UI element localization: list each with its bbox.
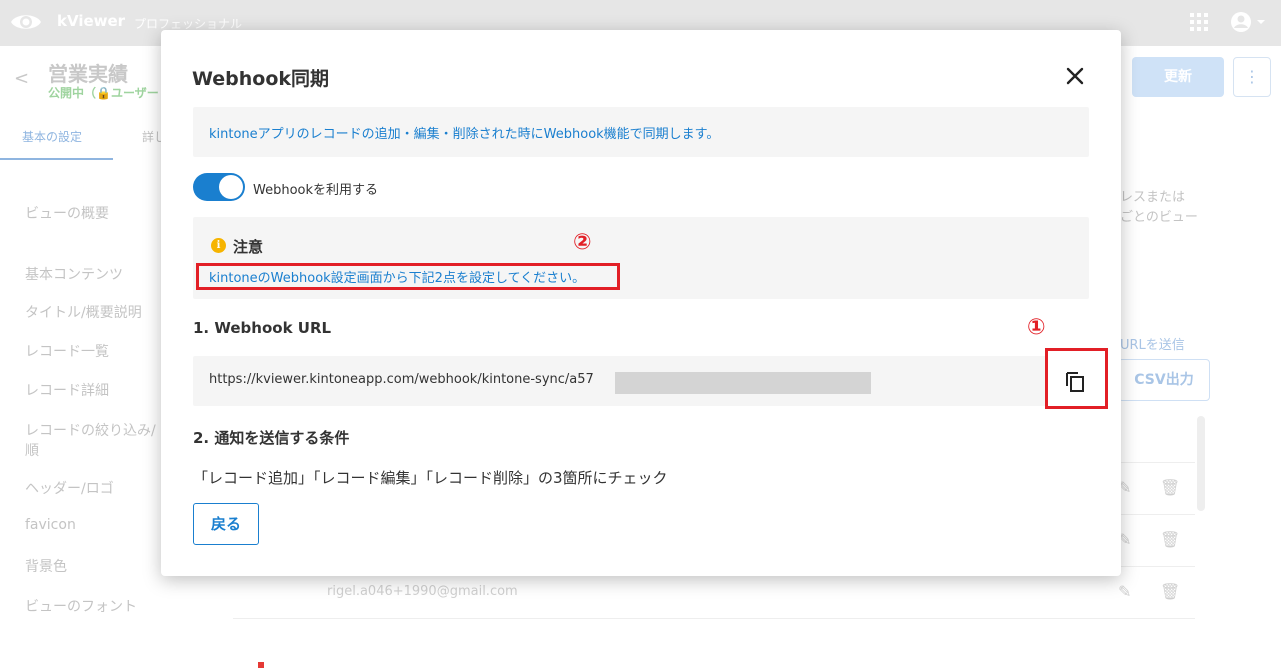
more-menu-button[interactable]: ⋮ <box>1233 57 1271 97</box>
warning-title: 注意 <box>233 238 264 256</box>
annotation-mark <box>258 662 264 668</box>
sidebar-item-title[interactable]: タイトル/概要説明 <box>25 302 142 322</box>
sidebar-item-overview[interactable]: ビューの概要 <box>25 203 109 223</box>
condition-text: 「レコード追加」「レコード編集」「レコード削除」の3箇所にチェック <box>193 469 668 487</box>
eye-icon[interactable] <box>10 11 42 33</box>
account-circle-icon[interactable] <box>1230 11 1266 33</box>
webhook-url[interactable]: https://kviewer.kintoneapp.com/webhook/k… <box>209 372 594 387</box>
info-box: kintoneアプリのレコードの追加・編集・削除された時にWebhook機能で同… <box>193 107 1089 157</box>
more-vert-icon: ⋮ <box>1244 67 1260 86</box>
sidebar-item-filter[interactable]: レコードの絞り込み/ <box>25 420 156 440</box>
sidebar-item-record-list[interactable]: レコード一覧 <box>25 341 109 361</box>
right-desc-line1: レスまたは <box>1120 190 1186 205</box>
view-title: 営業実績 <box>48 62 128 86</box>
send-url-link[interactable]: URLを送信 <box>1120 334 1185 353</box>
redacted-area <box>615 372 871 394</box>
update-button[interactable]: 更新 <box>1132 57 1224 97</box>
copy-icon <box>1066 372 1084 392</box>
toggle-knob <box>219 175 243 199</box>
tab-basic-settings[interactable]: 基本の設定 <box>22 128 82 145</box>
sidebar-item-header-logo[interactable]: ヘッダー/ロゴ <box>25 478 114 498</box>
view-status: 公開中（🔒ユーザー <box>48 86 159 100</box>
sidebar-item-bg-color[interactable]: 背景色 <box>25 556 67 576</box>
csv-export-label: CSV出力 <box>1134 372 1194 388</box>
delete-icon[interactable]: 🗑 <box>1160 582 1180 601</box>
delete-icon[interactable]: 🗑 <box>1160 530 1180 549</box>
right-desc-line2: ごとのビュー <box>1120 210 1198 225</box>
update-button-label: 更新 <box>1164 69 1192 85</box>
sidebar-item-basic-content[interactable]: 基本コンテンツ <box>25 264 123 284</box>
annotation-highlight-box <box>196 263 620 290</box>
sidebar-item-record-detail[interactable]: レコード詳細 <box>25 380 109 400</box>
webhook-url-box: https://kviewer.kintoneapp.com/webhook/k… <box>193 356 1089 406</box>
annotation-marker-1: ① <box>1027 315 1046 340</box>
sidebar-item-filter-cont: 順 <box>25 443 39 459</box>
grid-icon[interactable] <box>1190 13 1208 31</box>
tab-underline <box>0 158 113 160</box>
table-divider <box>233 618 1195 619</box>
info-text: kintoneアプリのレコードの追加・編集・削除された時にWebhook機能で同… <box>209 127 720 142</box>
close-icon[interactable] <box>1063 64 1087 88</box>
scrollbar[interactable] <box>1197 416 1205 511</box>
section-condition-title: 2. 通知を送信する条件 <box>193 429 350 447</box>
csv-export-button[interactable]: CSV出力 <box>1118 359 1210 401</box>
webhook-toggle-label: Webhookを利用する <box>253 183 379 198</box>
annotation-marker-2: ② <box>573 230 592 255</box>
warning-box: i 注意 kintoneのWebhook設定画面から下記2点を設定してください。 <box>193 217 1089 299</box>
table-cell-email: rigel.a046+1990@gmail.com <box>327 584 518 599</box>
dialog-title: Webhook同期 <box>192 68 330 90</box>
sidebar-item-font[interactable]: ビューのフォント <box>25 596 137 616</box>
webhook-sync-dialog: Webhook同期 kintoneアプリのレコードの追加・編集・削除された時にW… <box>161 30 1121 576</box>
back-button[interactable]: 戻る <box>193 503 259 545</box>
section-webhook-url-title: 1. Webhook URL <box>193 319 332 337</box>
chevron-left-icon[interactable]: < <box>14 68 29 89</box>
webhook-toggle[interactable] <box>193 173 245 201</box>
sidebar-item-favicon[interactable]: favicon <box>25 517 76 533</box>
edit-icon[interactable]: ✎ <box>1118 582 1131 601</box>
copy-url-button[interactable] <box>1045 348 1108 409</box>
delete-icon[interactable]: 🗑 <box>1160 478 1180 497</box>
back-button-label: 戻る <box>210 515 241 533</box>
app-name[interactable]: kViewer <box>57 12 125 30</box>
info-icon: i <box>211 238 226 253</box>
